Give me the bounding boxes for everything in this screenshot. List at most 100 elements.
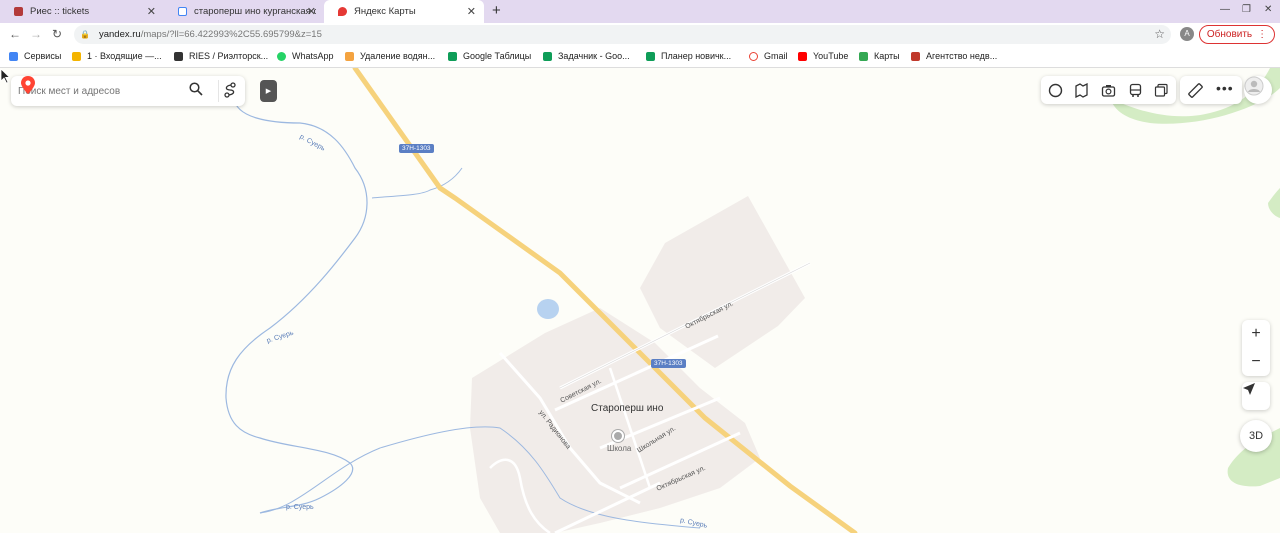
mouse-cursor-icon xyxy=(0,68,11,84)
tab-strip: Риес :: tickets ✕ староперш ино курганск… xyxy=(0,0,1280,23)
ries-favicon-icon xyxy=(14,7,23,16)
forward-icon[interactable]: → xyxy=(30,27,42,41)
search-input[interactable] xyxy=(18,85,158,97)
restore-icon[interactable]: ❐ xyxy=(1242,4,1251,15)
mail-icon xyxy=(72,51,81,61)
bookmark-watermark[interactable]: Удаление водян... xyxy=(345,51,435,61)
yandex-maps-favicon-icon xyxy=(338,7,347,16)
bookmark-label: Карты xyxy=(874,51,900,61)
school-label[interactable]: Школа xyxy=(607,444,631,453)
lock-icon: 🔒 xyxy=(80,30,90,39)
bookmark-label: 1 · Входящие —... xyxy=(87,51,162,61)
bookmark-agency[interactable]: Агентство недв... xyxy=(911,51,997,61)
tab-tickets[interactable]: Риес :: tickets ✕ xyxy=(0,0,164,23)
bookmark-label: Google Таблицы xyxy=(463,51,532,61)
school-icon[interactable] xyxy=(612,430,624,442)
bookmark-label: Агентство недв... xyxy=(926,51,998,61)
reload-icon[interactable]: ↻ xyxy=(52,27,62,41)
agency-icon xyxy=(911,51,920,61)
village-label[interactable]: Староперш ино xyxy=(591,403,663,414)
close-tab-icon[interactable]: ✕ xyxy=(147,5,156,18)
user-avatar-icon xyxy=(1244,76,1264,96)
ruler-icon[interactable] xyxy=(1188,83,1203,98)
sheets-icon xyxy=(543,51,552,61)
bookmark-whatsapp[interactable]: WhatsApp xyxy=(277,51,334,61)
url-path: /maps/?ll=66.422993%2C55.695799&z=15 xyxy=(140,29,322,40)
sidebar-toggle-button[interactable]: ▶ xyxy=(260,80,277,102)
close-tab-icon[interactable]: ✕ xyxy=(467,5,476,18)
yandex-maps-pin-icon xyxy=(21,76,35,94)
tools-toolbar: ••• xyxy=(1180,76,1242,104)
tab-title: Яндекс Карты xyxy=(354,6,416,17)
residential-area xyxy=(640,196,805,368)
close-window-icon[interactable]: ✕ xyxy=(1264,4,1272,15)
bookmark-planner[interactable]: Планер новичк... xyxy=(646,51,731,61)
search-panel xyxy=(11,76,245,106)
tab-title: Риес :: tickets xyxy=(30,6,90,17)
photo-icon[interactable] xyxy=(1101,83,1116,98)
tab-search[interactable]: староперш ино курганская о ✕ xyxy=(164,0,324,23)
whatsapp-icon xyxy=(277,51,286,61)
bookmark-label: WhatsApp xyxy=(292,51,334,61)
bookmark-maps[interactable]: Карты xyxy=(859,51,900,61)
sheets-icon xyxy=(448,51,457,61)
bookmark-ries[interactable]: RIES / Риэлторск... xyxy=(174,51,268,61)
minimize-icon[interactable]: — xyxy=(1220,4,1230,15)
bookmark-label: Сервисы xyxy=(24,51,62,61)
panorama-icon[interactable] xyxy=(1074,83,1089,98)
bookmark-label: RIES / Риэлторск... xyxy=(189,51,269,61)
forest-area xyxy=(1268,188,1280,218)
divider xyxy=(218,80,219,102)
bookmark-star-icon[interactable]: ☆ xyxy=(1154,27,1165,41)
pond xyxy=(537,299,559,319)
bookmark-google-sheets[interactable]: Google Таблицы xyxy=(448,51,531,61)
road-shield: 37Н-1303 xyxy=(399,144,434,153)
traffic-icon[interactable] xyxy=(1048,83,1063,98)
close-tab-icon[interactable]: ✕ xyxy=(307,5,316,18)
bookmark-tasks[interactable]: Задачник - Goo... xyxy=(543,51,630,61)
google-favicon-icon xyxy=(178,7,187,16)
3d-toggle-button[interactable]: 3D xyxy=(1240,420,1272,452)
bookmark-youtube[interactable]: YouTube xyxy=(798,51,848,61)
transit-icon[interactable] xyxy=(1128,83,1143,98)
zoom-out-button[interactable]: − xyxy=(1242,348,1270,376)
profile-avatar[interactable]: A xyxy=(1180,27,1194,41)
location-arrow-icon xyxy=(1243,383,1255,395)
bookmark-label: Задачник - Goo... xyxy=(558,51,630,61)
zoom-in-button[interactable]: + xyxy=(1242,320,1270,348)
maps-icon xyxy=(859,51,868,61)
new-tab-icon[interactable]: + xyxy=(492,2,501,19)
youtube-icon xyxy=(798,51,807,61)
bookmark-label: Планер новичк... xyxy=(661,51,732,61)
layers-icon[interactable] xyxy=(1154,83,1169,98)
river-label: р. Суерь xyxy=(286,504,314,511)
more-horizontal-icon[interactable]: ••• xyxy=(1216,80,1234,96)
route-icon[interactable] xyxy=(223,82,237,98)
bookmarks-bar: Сервисы 1 · Входящие —... RIES / Риэлтор… xyxy=(0,46,1280,68)
bookmark-label: YouTube xyxy=(813,51,849,61)
back-icon[interactable]: ← xyxy=(9,27,21,41)
bookmark-gmail[interactable]: Gmail xyxy=(749,51,788,61)
ries-icon xyxy=(174,51,183,61)
river-line xyxy=(225,97,368,514)
bookmark-label: Удаление водян... xyxy=(360,51,436,61)
tab-yandex-maps[interactable]: Яндекс Карты ✕ xyxy=(324,0,484,23)
search-icon[interactable] xyxy=(189,82,203,96)
map-canvas[interactable]: 37Н-1303 37Н-1303 Октябрьская ул. Советс… xyxy=(0,68,1280,533)
apps-grid-icon xyxy=(9,51,18,61)
update-button[interactable]: Обновить ⋮ xyxy=(1199,25,1275,44)
road-shield: 37Н-1303 xyxy=(651,359,686,368)
bookmark-services[interactable]: Сервисы xyxy=(9,51,61,61)
user-profile-button[interactable] xyxy=(1244,76,1272,104)
my-location-button[interactable] xyxy=(1242,382,1270,410)
address-bar[interactable]: 🔒 yandex.ru/maps/?ll=66.422993%2C55.6957… xyxy=(74,25,1171,44)
sheets-icon xyxy=(646,51,655,61)
watermark-icon xyxy=(345,51,354,61)
navigation-bar: ← → ↻ 🔒 yandex.ru/maps/?ll=66.422993%2C5… xyxy=(0,23,1280,46)
layers-toolbar xyxy=(1041,76,1176,104)
zoom-control: + − xyxy=(1242,320,1270,376)
url-domain: yandex.ru xyxy=(98,29,141,40)
bookmark-label: Gmail xyxy=(764,51,788,61)
bookmark-inbox[interactable]: 1 · Входящие —... xyxy=(72,51,162,61)
google-icon xyxy=(749,51,758,61)
